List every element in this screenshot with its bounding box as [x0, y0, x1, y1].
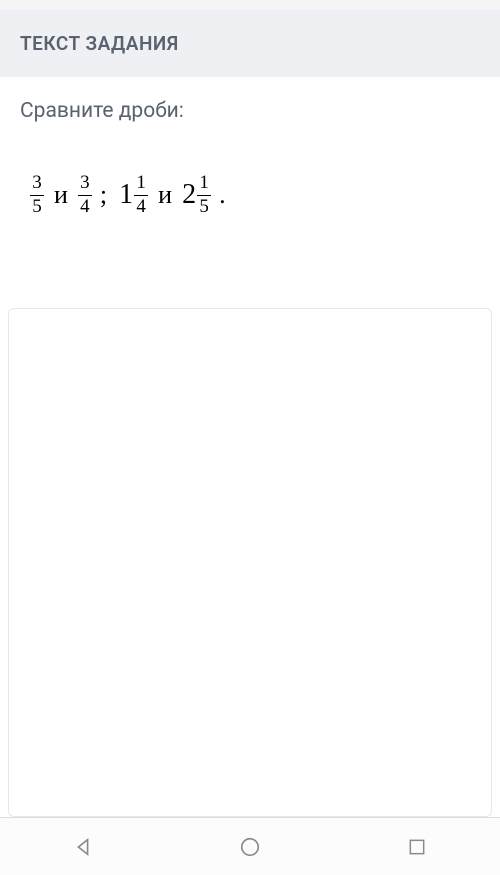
denominator: 4: [80, 197, 90, 218]
triangle-back-icon: [72, 836, 94, 858]
section-header: ТЕКСТ ЗАДАНИЯ: [0, 10, 500, 77]
numerator: 3: [32, 173, 42, 194]
square-recent-icon: [407, 837, 427, 857]
circle-home-icon: [239, 836, 261, 858]
denominator: 4: [136, 197, 146, 218]
math-expression: 3 5 и 3 4 ; 1 1 4 и 2 1 5: [0, 133, 500, 248]
mixed-number-1: 1 1 4: [119, 173, 148, 218]
denominator: 5: [199, 197, 209, 218]
separator: ;: [100, 180, 107, 210]
task-prompt: Сравните дроби:: [0, 77, 500, 133]
fraction-2: 3 4: [78, 173, 92, 218]
fraction-3: 1 4: [134, 173, 148, 218]
numerator: 1: [199, 173, 209, 194]
android-nav-bar: [0, 817, 500, 875]
conjunction: и: [54, 180, 68, 210]
mixed-number-2: 2 1 5: [182, 173, 211, 218]
terminator: .: [219, 180, 226, 210]
whole-part: 1: [119, 179, 133, 211]
home-button[interactable]: [210, 827, 290, 867]
section-title: ТЕКСТ ЗАДАНИЯ: [20, 32, 179, 55]
numerator: 3: [80, 173, 90, 194]
whole-part: 2: [182, 179, 196, 211]
answer-input-area[interactable]: [8, 308, 492, 817]
recent-button[interactable]: [377, 827, 457, 867]
prompt-text: Сравните дроби:: [20, 99, 184, 123]
back-button[interactable]: [43, 827, 123, 867]
fraction-1: 3 5: [30, 173, 44, 218]
denominator: 5: [32, 197, 42, 218]
conjunction: и: [158, 180, 172, 210]
fraction-4: 1 5: [197, 173, 211, 218]
content-area: ТЕКСТ ЗАДАНИЯ Сравните дроби: 3 5 и 3 4 …: [0, 10, 500, 817]
numerator: 1: [136, 173, 146, 194]
